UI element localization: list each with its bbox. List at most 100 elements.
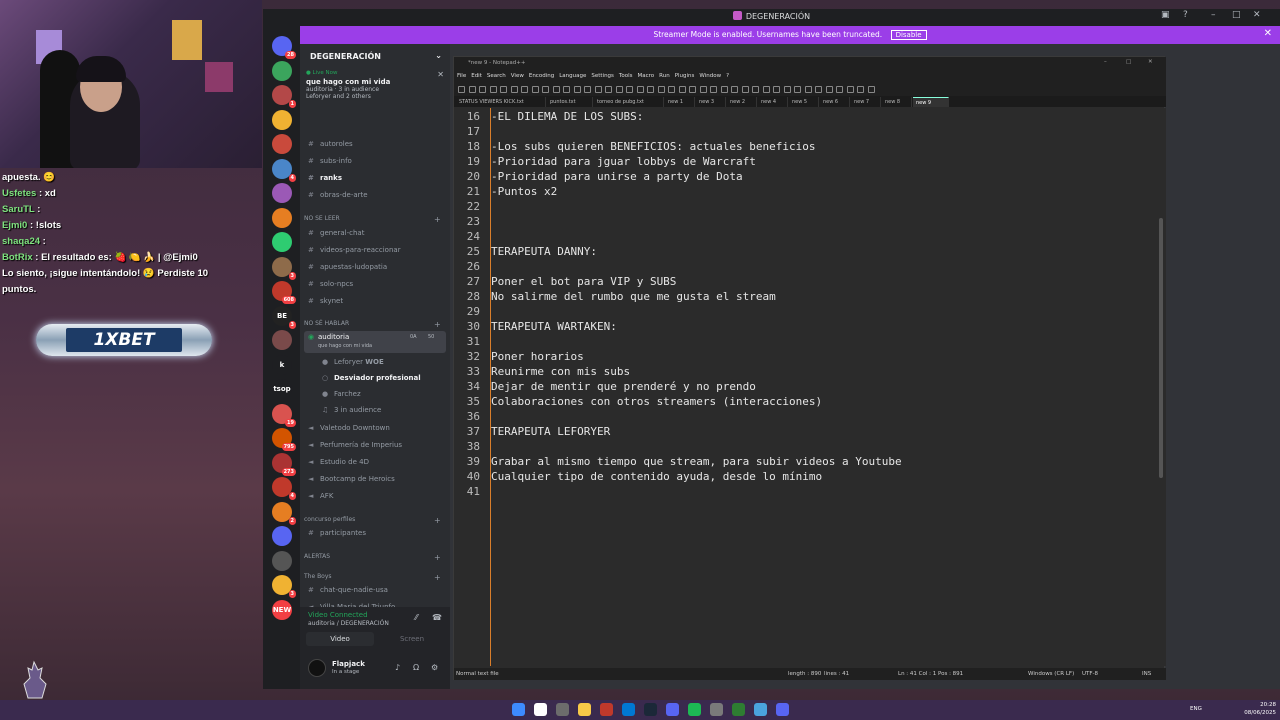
voice-channel[interactable]: ◄ Perfumería de Imperius <box>308 441 446 455</box>
search-icon[interactable] <box>534 703 547 716</box>
toolbar-icon[interactable] <box>458 86 465 93</box>
server-icon[interactable]: 2 <box>272 501 296 525</box>
channel-autoroles[interactable]: # autoroles <box>308 140 446 154</box>
toolbar-icon[interactable] <box>542 86 549 93</box>
server-icon[interactable] <box>272 526 292 546</box>
voice-user[interactable]: ● Farchez <box>322 390 450 404</box>
toolbar-icon[interactable] <box>804 86 812 93</box>
category-no-se-leer[interactable]: NO SE LEER + <box>304 215 441 224</box>
toolbar-icon[interactable] <box>468 86 476 93</box>
server-icon[interactable]: 19 <box>272 403 296 427</box>
toolbar-icon[interactable] <box>594 86 602 93</box>
category-concurso-perfiles[interactable]: concurso perfiles + <box>304 516 441 525</box>
toolbar-icon[interactable] <box>510 86 518 93</box>
toolbar-icon[interactable] <box>857 86 864 93</box>
toolbar-icon[interactable] <box>741 86 749 93</box>
toolbar-icon[interactable] <box>783 86 791 93</box>
server-icon[interactable]: 4 <box>272 477 296 500</box>
spotify-icon[interactable] <box>688 703 701 716</box>
channel-subs-info[interactable]: # subs-info <box>308 157 446 171</box>
add-channel-icon[interactable]: + <box>434 320 441 329</box>
menu-item[interactable]: Run <box>659 73 670 79</box>
toolbar-icon[interactable] <box>825 86 833 93</box>
channel-general-chat[interactable]: # general-chat <box>308 229 446 243</box>
channel-participantes[interactable]: # participantes <box>308 529 446 543</box>
server-icon[interactable] <box>272 207 292 228</box>
server-icon[interactable] <box>272 109 292 130</box>
toolbar-icon[interactable] <box>836 86 843 93</box>
channel-obras-de-arte[interactable]: # obras-de-arte <box>308 191 446 205</box>
server-icon[interactable]: 3 <box>272 256 296 280</box>
toolbar-icon[interactable] <box>573 86 581 93</box>
menu-item[interactable]: File <box>457 73 466 79</box>
file-tab[interactable]: new 1 <box>665 97 695 107</box>
screen-share-button[interactable]: Screen <box>378 632 446 646</box>
app-icon[interactable] <box>776 703 789 716</box>
toolbar-icon[interactable] <box>584 86 591 93</box>
video-button[interactable]: Video <box>306 632 374 646</box>
voice-channel[interactable]: ◄ Bootcamp de Heroics <box>308 475 446 489</box>
menu-item[interactable]: Edit <box>471 73 482 79</box>
toolbar-icon[interactable] <box>668 86 675 93</box>
maximize-button[interactable]: □ <box>1126 59 1131 65</box>
toolbar-icon[interactable] <box>731 86 738 93</box>
app-icon[interactable] <box>710 703 723 716</box>
toolbar-icon[interactable] <box>500 86 507 93</box>
close-icon[interactable]: ✕ <box>1264 28 1272 39</box>
system-clock[interactable]: 20:28 08/06/2025 <box>1244 701 1276 717</box>
file-tab[interactable]: new 9 <box>913 97 949 107</box>
voice-channel[interactable]: ◄ Estudio de 4D <box>308 458 446 472</box>
noise-suppression-icon[interactable]: ⁄⁄ <box>415 613 418 622</box>
server-icon[interactable]: 273 <box>272 452 296 476</box>
channel-apuestas-ludopatia[interactable]: # apuestas-ludopatia <box>308 263 446 277</box>
menu-item[interactable]: Window <box>699 73 721 79</box>
server-icon[interactable]: BE 3 <box>272 305 296 329</box>
voice-user[interactable]: ○ Desviador profesional <box>322 374 450 388</box>
add-channel-icon[interactable]: + <box>434 553 441 562</box>
server-icon[interactable]: 28 <box>272 36 296 59</box>
toolbar-icon[interactable] <box>720 86 728 93</box>
toolbar-icon[interactable] <box>605 86 612 93</box>
toolbar-icon[interactable] <box>531 86 539 93</box>
toolbar-icon[interactable] <box>657 86 665 93</box>
add-channel-icon[interactable]: + <box>434 573 441 582</box>
server-icon[interactable]: 3 <box>272 575 296 598</box>
toolbar-icon[interactable] <box>479 86 486 93</box>
close-button[interactable]: ✕ <box>1148 59 1153 65</box>
toolbar-icon[interactable] <box>647 86 654 93</box>
menu-item[interactable]: Encoding <box>529 73 554 79</box>
server-icon[interactable] <box>272 232 292 252</box>
server-icon[interactable]: k <box>272 354 292 375</box>
server-icon[interactable] <box>272 330 292 350</box>
toolbar-icon[interactable] <box>552 86 560 93</box>
close-button[interactable]: ✕ <box>1253 10 1261 20</box>
disconnect-icon[interactable]: ☎ <box>432 613 442 622</box>
file-tab[interactable]: new 8 <box>882 97 912 107</box>
edge-icon[interactable] <box>622 703 635 716</box>
file-tab[interactable]: torneo de pubg.txt <box>594 97 664 107</box>
menu-item[interactable]: Tools <box>619 73 633 79</box>
server-icon[interactable] <box>272 60 292 81</box>
menu-item[interactable]: Language <box>559 73 586 79</box>
menu-item[interactable]: Macro <box>637 73 654 79</box>
toolbar-icon[interactable] <box>867 86 875 93</box>
server-icon[interactable]: 4 <box>272 158 296 182</box>
file-tab[interactable]: new 7 <box>851 97 881 107</box>
file-tab[interactable]: new 6 <box>820 97 850 107</box>
toolbar-icon[interactable] <box>678 86 686 93</box>
task-view-icon[interactable] <box>556 703 569 716</box>
channel-chat-que-nadie-usa[interactable]: # chat-que-nadie-usa <box>308 586 446 600</box>
server-icon[interactable]: 608 <box>272 281 296 304</box>
server-icon[interactable]: NEW <box>272 599 292 620</box>
toolbar-icon[interactable] <box>489 86 497 93</box>
toolbar-icon[interactable] <box>846 86 854 93</box>
channel-videos-para-reaccionar[interactable]: # videos-para-reaccionar <box>308 246 446 260</box>
category-the-boys[interactable]: The Boys + <box>304 573 441 582</box>
toolbar-icon[interactable] <box>521 86 528 93</box>
toolbar-icon[interactable] <box>563 86 570 93</box>
gear-icon[interactable]: ⚙ <box>431 663 438 672</box>
toolbar-icon[interactable] <box>636 86 644 93</box>
voice-channel[interactable]: ◄ AFK <box>308 492 446 506</box>
file-tab[interactable]: puntos.txt <box>547 97 593 107</box>
toolbar-icon[interactable] <box>689 86 696 93</box>
